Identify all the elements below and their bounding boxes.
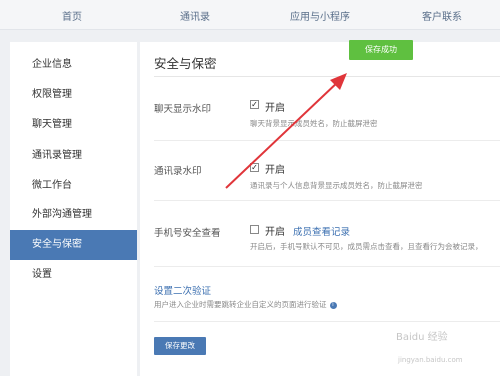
top-navigation: 首页 通讯录 应用与小程序 客户联系 <box>0 0 500 30</box>
watermark-sub: jingyan.baidu.com <box>398 356 463 364</box>
nav-item-customer-contact[interactable]: 客户联系 <box>422 8 462 23</box>
checkbox-checked-icon[interactable]: ✓ <box>250 163 259 172</box>
sidebar-item-external-communication[interactable]: 外部沟通管理 <box>10 200 137 230</box>
chat-watermark-label: 聊天显示水印 <box>154 104 212 115</box>
watermark-text: Baidu 经验 <box>396 332 448 343</box>
phone-security-toggle-label[interactable]: 开启 <box>265 223 285 238</box>
chat-watermark-toggle-label[interactable]: 开启 <box>265 99 285 114</box>
phone-security-label: 手机号安全查看 <box>154 228 221 239</box>
sidebar: 企业信息 权限管理 聊天管理 通讯录管理 微工作台 外部沟通管理 安全与保密 设… <box>10 42 137 376</box>
title-divider <box>154 76 500 77</box>
phone-security-hint: 开启后，手机号默认不可见，成员需点击查看，且查看行为会被记录， <box>250 242 483 251</box>
row-divider <box>154 200 500 201</box>
sidebar-item-workbench[interactable]: 微工作台 <box>10 171 137 201</box>
contacts-watermark-label: 通讯录水印 <box>154 166 202 177</box>
second-verification-hint-text: 用户进入企业时需要跳转企业自定义的页面进行验证 <box>154 300 327 309</box>
sidebar-item-company-info[interactable]: 企业信息 <box>10 50 137 80</box>
baidu-watermark: Baidu 经验 jingyan.baidu.com <box>396 328 463 364</box>
info-icon[interactable]: i <box>329 301 337 309</box>
nav-item-contacts[interactable]: 通讯录 <box>180 8 210 23</box>
row-divider <box>154 140 500 141</box>
save-success-toast: 保存成功 <box>349 40 413 60</box>
page-title: 安全与保密 <box>154 56 217 71</box>
checkbox-unchecked-icon[interactable] <box>250 225 259 234</box>
row-divider <box>154 321 500 322</box>
member-view-records-link[interactable]: 成员查看记录 <box>293 224 350 238</box>
save-changes-button[interactable]: 保存更改 <box>154 337 206 355</box>
row-divider <box>154 266 500 267</box>
chat-watermark-hint: 聊天背景显示成员姓名，防止截屏泄密 <box>250 119 378 128</box>
sidebar-item-permissions[interactable]: 权限管理 <box>10 80 137 110</box>
contacts-watermark-hint: 通讯录与个人信息背景显示成员姓名，防止截屏泄密 <box>250 181 423 190</box>
contacts-watermark-toggle-label[interactable]: 开启 <box>265 161 285 176</box>
second-verification-link[interactable]: 设置二次验证 <box>154 283 211 297</box>
second-verification-hint: 用户进入企业时需要跳转企业自定义的页面进行验证 i <box>154 299 337 310</box>
checkbox-checked-icon[interactable]: ✓ <box>250 100 259 109</box>
nav-item-home[interactable]: 首页 <box>62 8 82 23</box>
sidebar-item-settings[interactable]: 设置 <box>10 260 137 290</box>
sidebar-item-contacts-management[interactable]: 通讯录管理 <box>10 141 137 171</box>
main-panel: 安全与保密 保存成功 聊天显示水印 ✓ 开启 聊天背景显示成员姓名，防止截屏泄密… <box>140 40 500 376</box>
sidebar-item-security[interactable]: 安全与保密 <box>10 230 137 260</box>
sidebar-item-chat-management[interactable]: 聊天管理 <box>10 110 137 140</box>
nav-item-apps[interactable]: 应用与小程序 <box>290 8 350 23</box>
